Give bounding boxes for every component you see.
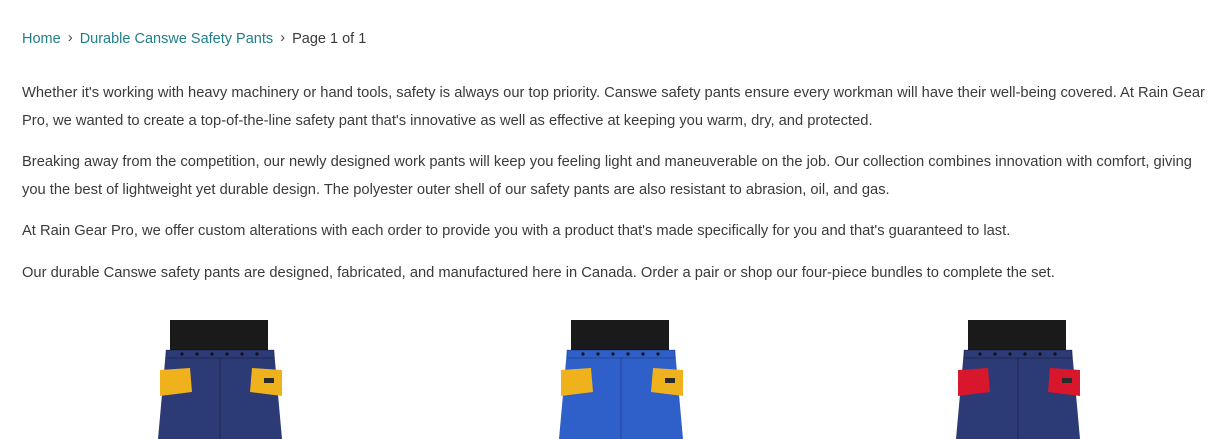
snap-button <box>1008 352 1012 356</box>
product-card[interactable] <box>152 320 292 439</box>
snap-button <box>225 352 229 356</box>
snap-button <box>978 352 982 356</box>
left-pocket <box>160 368 192 396</box>
snap-button <box>993 352 997 356</box>
snap-button <box>656 352 660 356</box>
product-image[interactable] <box>553 320 693 439</box>
breadcrumb-home-link[interactable]: Home <box>22 30 61 48</box>
description-paragraph: Whether it's working with heavy machiner… <box>22 85 1205 129</box>
left-pocket <box>958 368 990 396</box>
snap-button <box>596 352 600 356</box>
page: Home › Durable Canswe Safety Pants › Pag… <box>0 0 1229 439</box>
description-paragraph: At Rain Gear Pro, we offer custom altera… <box>22 223 1011 239</box>
product-image[interactable] <box>950 320 1090 439</box>
chevron-right-icon: › <box>67 29 73 46</box>
snap-button <box>240 352 244 356</box>
snap-button <box>1023 352 1027 356</box>
snap-button <box>195 352 199 356</box>
product-image[interactable] <box>152 320 292 439</box>
brand-patch <box>1062 378 1072 383</box>
description-paragraph: Our durable Canswe safety pants are desi… <box>22 264 1055 281</box>
snap-button <box>611 352 615 356</box>
snap-button <box>641 352 645 356</box>
snap-button <box>626 352 630 356</box>
snap-button <box>210 352 214 356</box>
collection-description: Whether it's working with heavy machiner… <box>22 80 1212 301</box>
breadcrumb: Home › Durable Canswe Safety Pants › Pag… <box>22 29 367 48</box>
product-grid <box>0 320 1229 439</box>
brand-patch <box>665 378 675 383</box>
product-card[interactable] <box>950 320 1090 439</box>
left-pocket <box>561 368 593 396</box>
snap-button <box>1053 352 1057 356</box>
breadcrumb-current-page: Page 1 of 1 <box>292 31 367 47</box>
snap-button <box>180 352 184 356</box>
brand-patch <box>264 378 274 383</box>
description-paragraph: Breaking away from the competition, our … <box>22 154 1192 198</box>
product-card[interactable] <box>553 320 693 439</box>
snap-button <box>1038 352 1042 356</box>
snap-button <box>255 352 259 356</box>
snap-button <box>581 352 585 356</box>
chevron-right-icon: › <box>280 29 286 46</box>
breadcrumb-collection-link[interactable]: Durable Canswe Safety Pants <box>80 30 273 48</box>
